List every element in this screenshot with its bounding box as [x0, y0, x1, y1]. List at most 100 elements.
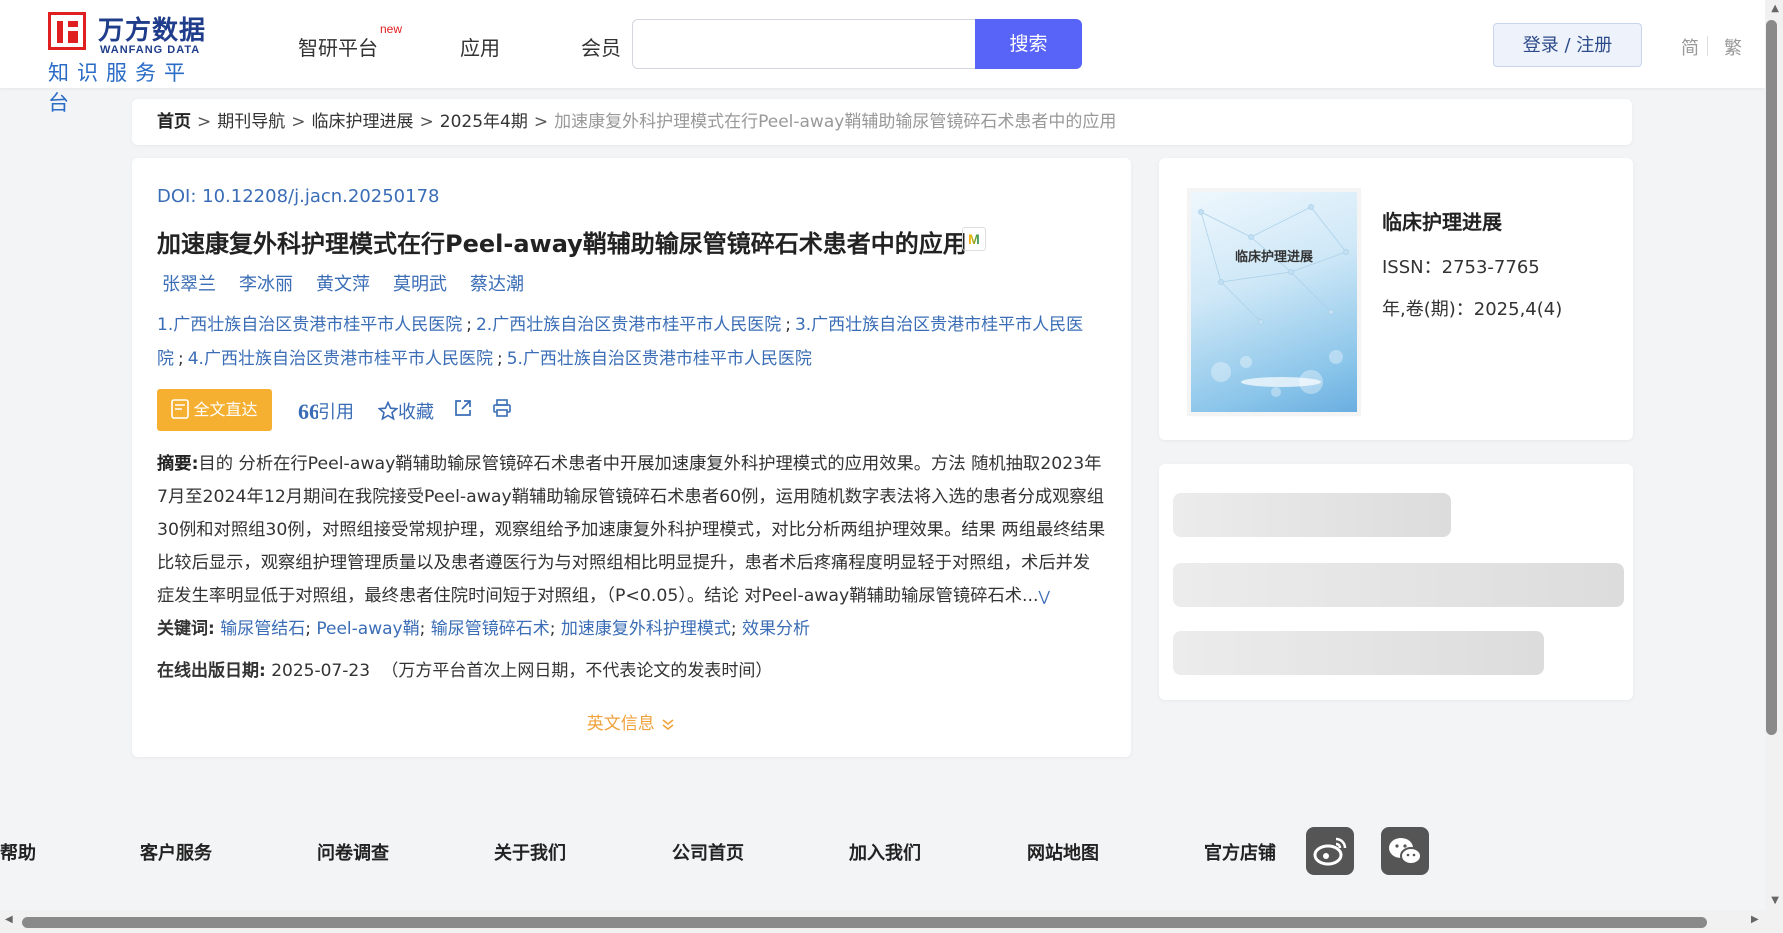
cover-title: 临床护理进展: [1234, 250, 1313, 265]
share-button[interactable]: [453, 398, 473, 420]
journal-cover[interactable]: 临床护理进展: [1191, 192, 1357, 412]
nav-membership[interactable]: 会员: [581, 32, 621, 61]
abstract: 摘要:目的 分析在行Peel-away鞘辅助输尿管镜碎石术患者中开展加速康复外科…: [157, 448, 1107, 614]
breadcrumb-separator: >: [291, 112, 306, 132]
english-info-toggle[interactable]: 英文信息: [132, 709, 1131, 734]
favorite-label: 收藏: [398, 402, 434, 423]
author-link[interactable]: 黄文萍: [316, 274, 370, 295]
footer-about-us[interactable]: 关于我们: [494, 839, 566, 865]
doi-line: DOI: 10.12208/j.jacn.20250178: [157, 186, 440, 207]
pubdate-value: 2025-07-23: [271, 661, 371, 681]
breadcrumb: 首页 > 期刊导航 > 临床护理进展 >2025年4期 > 加速康复外科护理模式在行Peel-…: [132, 99, 1632, 145]
keyword-link[interactable]: 输尿管结石: [220, 619, 305, 639]
author-list: 张翠兰 李冰丽 黄文萍 莫明武 蔡达潮: [162, 270, 547, 296]
search-button[interactable]: 搜索: [975, 19, 1082, 69]
journal-card: 临床护理进展 临床护理进展 ISSN：2753-7765 年,卷(期)：2025…: [1159, 158, 1633, 440]
cite-label: 引用: [318, 402, 354, 423]
share-icon: [455, 400, 471, 416]
breadcrumb-issue[interactable]: 2025年4期: [440, 112, 528, 132]
keyword-link[interactable]: 加速康复外科护理模式: [561, 619, 731, 639]
author-link[interactable]: 蔡达潮: [470, 274, 524, 295]
skeleton-bar: [1173, 563, 1624, 607]
affiliation-separator: ;: [785, 315, 791, 335]
free-document-icon: [171, 399, 190, 419]
footer-company-home[interactable]: 公司首页: [672, 839, 744, 865]
chevron-down-icon[interactable]: ⋁: [1039, 589, 1050, 605]
logo-english-text: WANFANG DATA: [100, 44, 201, 56]
affiliation-link[interactable]: 5.广西壮族自治区贵港市桂平市人民医院: [507, 349, 812, 369]
nav-new-badge: new: [380, 22, 403, 36]
lang-traditional[interactable]: 繁: [1724, 34, 1742, 60]
keywords: 关键词: 输尿管结石; Peel-away鞘; 输尿管镜碎石术; 加速康复外科护…: [157, 619, 811, 639]
author-link[interactable]: 李冰丽: [239, 274, 293, 295]
affiliation-link[interactable]: 2.广西壮族自治区贵港市桂平市人民医院: [476, 315, 781, 335]
wechat-icon[interactable]: [1381, 827, 1429, 875]
keywords-label: 关键词:: [157, 619, 215, 639]
fulltext-label: 全文直达: [193, 400, 258, 419]
affiliation-separator: ;: [496, 349, 503, 369]
affiliation-link[interactable]: 4.广西壮族自治区贵港市桂平市人民医院: [188, 349, 493, 369]
scroll-up-arrow-icon[interactable]: ▲: [1771, 3, 1779, 14]
footer-join-us[interactable]: 加入我们: [849, 839, 921, 865]
scroll-down-arrow-icon[interactable]: ▼: [1771, 895, 1779, 906]
author-link[interactable]: 张翠兰: [162, 274, 216, 295]
breadcrumb-journal-nav[interactable]: 期刊导航: [217, 112, 285, 132]
footer-customer-service[interactable]: 客户服务: [140, 839, 212, 865]
english-info-label: 英文信息: [586, 714, 655, 734]
affiliation-link[interactable]: 1.广西壮族自治区贵港市桂平市人民医院: [157, 315, 462, 335]
horizontal-scrollbar-thumb[interactable]: [22, 917, 1707, 928]
weibo-glyph-icon: [1313, 837, 1347, 866]
breadcrumb-current: 加速康复外科护理模式在行Peel-away鞘辅助输尿管镜碎石术患者中的应用: [554, 112, 1117, 132]
wanfang-logo[interactable]: 万方数据 WANFANG DATA 知识服务平台: [48, 10, 218, 115]
abstract-text: 目的 分析在行Peel-away鞘辅助输尿管镜碎石术患者中开展加速康复外科护理模…: [157, 454, 1106, 606]
nav-zhiyan-platform[interactable]: 智研平台: [298, 32, 378, 61]
print-icon: [493, 399, 511, 417]
mendeley-icon[interactable]: M: [962, 227, 986, 251]
affiliation-list: 1.广西壮族自治区贵港市桂平市人民医院; 2.广西壮族自治区贵港市桂平市人民医院;…: [157, 308, 1107, 376]
nav-apps[interactable]: 应用: [460, 32, 500, 61]
journal-volume: 年,卷(期)：2025,4(4): [1382, 299, 1563, 320]
login-register-button[interactable]: 登录 / 注册: [1493, 23, 1642, 67]
breadcrumb-home[interactable]: 首页: [157, 112, 191, 132]
author-link[interactable]: 莫明武: [393, 274, 447, 295]
loading-skeleton-card: [1159, 464, 1633, 700]
keyword-link[interactable]: 输尿管镜碎石术: [431, 619, 550, 639]
top-header: 万方数据 WANFANG DATA 知识服务平台 智研平台 new 应用 会员 …: [0, 0, 1765, 115]
breadcrumb-separator: >: [197, 112, 212, 132]
quote-icon: 66: [298, 399, 320, 424]
double-chevron-down-icon: [662, 719, 674, 731]
skeleton-bar: [1173, 631, 1544, 675]
breadcrumb-journal[interactable]: 临床护理进展: [312, 112, 414, 132]
pubdate-label: 在线出版日期:: [157, 661, 266, 681]
keyword-link[interactable]: 效果分析: [742, 619, 810, 639]
footer-help[interactable]: 帮助: [0, 839, 36, 865]
doi-label: DOI:: [157, 186, 197, 207]
wanfang-logo-mark-icon: [48, 12, 86, 50]
article-title: 加速康复外科护理模式在行Peel-away鞘辅助输尿管镜碎石术患者中的应用: [157, 230, 967, 258]
footer-survey[interactable]: 问卷调查: [317, 839, 389, 865]
scroll-right-arrow-icon[interactable]: ▶: [1751, 914, 1759, 925]
skeleton-bar: [1173, 493, 1451, 537]
fulltext-button[interactable]: 全文直达: [157, 389, 272, 431]
weibo-icon[interactable]: [1306, 827, 1354, 875]
favorite-button[interactable]: 收藏: [377, 398, 434, 424]
print-button[interactable]: [492, 398, 512, 420]
publish-date: 在线出版日期: 2025-07-23 （万方平台首次上网日期，不代表论文的发表时…: [157, 656, 772, 681]
star-icon: [377, 400, 399, 421]
wechat-glyph-icon: [1389, 838, 1422, 865]
footer-sitemap[interactable]: 网站地图: [1027, 839, 1099, 865]
lang-simplified[interactable]: 简: [1681, 34, 1699, 60]
doi-link[interactable]: 10.12208/j.jacn.20250178: [202, 186, 439, 207]
cite-button[interactable]: 66 引用: [298, 398, 354, 424]
search-input[interactable]: [633, 20, 976, 68]
search-box: [632, 19, 976, 69]
journal-issn: ISSN：2753-7765: [1382, 257, 1540, 278]
vertical-scrollbar-thumb[interactable]: [1766, 20, 1777, 735]
keyword-link[interactable]: Peel-away鞘: [316, 619, 419, 639]
footer-official-store[interactable]: 官方店铺: [1204, 839, 1276, 865]
affiliation-separator: ;: [178, 349, 184, 369]
article-card: DOI: 10.12208/j.jacn.20250178 加速康复外科护理模式…: [132, 158, 1131, 757]
scroll-left-arrow-icon[interactable]: ◀: [5, 914, 13, 925]
journal-name-link[interactable]: 临床护理进展: [1382, 206, 1502, 235]
breadcrumb-separator: >: [533, 112, 549, 132]
